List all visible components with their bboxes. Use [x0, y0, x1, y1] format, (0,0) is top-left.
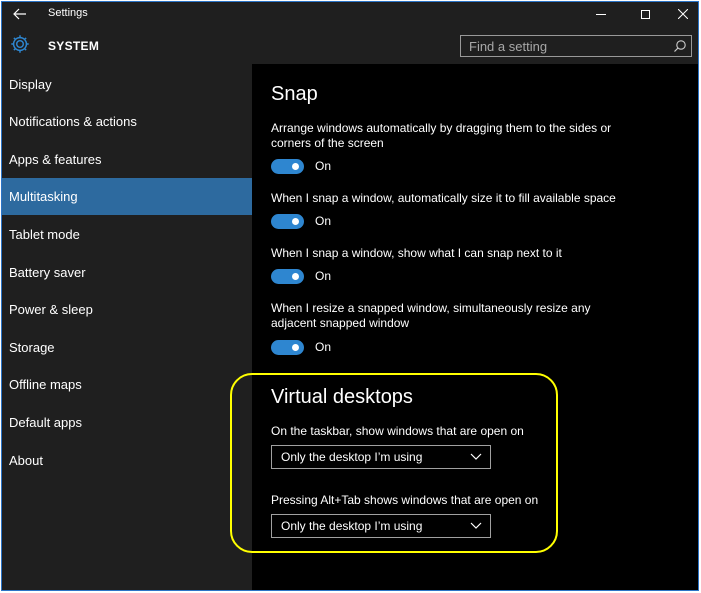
back-button[interactable]	[8, 4, 32, 24]
sidebar-item-notifications[interactable]: Notifications & actions	[2, 103, 252, 140]
snap-setting-3-toggle-row: On	[271, 267, 331, 285]
close-icon	[678, 9, 688, 19]
toggle-state-label: On	[315, 214, 332, 228]
snap-setting-1-label: Arrange windows automatically by draggin…	[271, 121, 612, 150]
snap-setting-3-label: When I snap a window, show what I can sn…	[271, 246, 562, 260]
search-input[interactable]	[461, 36, 661, 56]
snap-assist-toggle[interactable]	[271, 268, 304, 284]
sidebar-item-offline-maps[interactable]: Offline maps	[2, 366, 252, 403]
settings-header: SYSTEM	[2, 26, 698, 64]
chevron-down-icon	[470, 522, 482, 529]
settings-window: Settings SYSTEM Find a setting Display N…	[1, 1, 699, 591]
window-title: Settings	[48, 7, 88, 19]
snap-section-title: Snap	[271, 83, 318, 105]
toggle-state-label: On	[315, 159, 332, 173]
dropdown-selected-value: Only the desktop I’m using	[281, 450, 423, 464]
toggle-knob	[292, 343, 299, 351]
snap-arrange-toggle[interactable]	[271, 158, 304, 174]
toggle-knob	[292, 272, 299, 280]
snap-autosize-toggle[interactable]	[271, 213, 304, 229]
sidebar-item-storage[interactable]: Storage	[2, 329, 252, 366]
chevron-down-icon	[470, 453, 482, 460]
arrow-left-icon	[13, 8, 26, 20]
alttab-setting-label: Pressing Alt+Tab shows windows that are …	[271, 493, 539, 507]
minimize-button[interactable]	[584, 2, 618, 26]
toggle-knob	[292, 162, 299, 170]
sidebar-item-apps-features[interactable]: Apps & features	[2, 141, 252, 178]
toggle-knob	[292, 217, 299, 225]
toggle-state-label: On	[315, 340, 332, 354]
snap-setting-2-label: When I snap a window, automatically size…	[271, 191, 616, 205]
snap-setting-1-toggle-row: On	[271, 157, 331, 175]
sidebar-item-multitasking[interactable]: Multitasking	[2, 178, 252, 215]
snap-setting-4-label: When I resize a snapped window, simultan…	[271, 301, 591, 330]
page-title: SYSTEM	[48, 39, 100, 53]
maximize-button[interactable]	[628, 2, 662, 26]
gear-icon	[11, 35, 29, 53]
toggle-state-label: On	[315, 269, 332, 283]
sidebar-item-battery-saver[interactable]: Battery saver	[2, 254, 252, 291]
snap-setting-4-toggle-row: On	[271, 338, 331, 356]
alttab-desktop-dropdown[interactable]: Only the desktop I’m using	[271, 514, 491, 538]
taskbar-setting-label: On the taskbar, show windows that are op…	[271, 424, 524, 438]
snap-setting-2-toggle-row: On	[271, 212, 331, 230]
taskbar-desktop-dropdown[interactable]: Only the desktop I’m using	[271, 445, 491, 469]
virtual-desktops-section-title: Virtual desktops	[271, 386, 413, 408]
close-button[interactable]	[666, 2, 698, 26]
snap-resize-toggle[interactable]	[271, 339, 304, 355]
title-bar: Settings	[2, 2, 698, 26]
sidebar-item-tablet-mode[interactable]: Tablet mode	[2, 216, 252, 253]
minimize-icon	[596, 13, 606, 15]
search-box[interactable]	[460, 35, 692, 57]
sidebar-item-power-sleep[interactable]: Power & sleep	[2, 291, 252, 328]
search-icon[interactable]	[673, 39, 687, 53]
dropdown-selected-value: Only the desktop I’m using	[281, 519, 423, 533]
maximize-icon	[640, 9, 650, 19]
sidebar-item-default-apps[interactable]: Default apps	[2, 404, 252, 441]
sidebar-item-about[interactable]: About	[2, 442, 252, 479]
content-pane: Snap Arrange windows automatically by dr…	[252, 64, 698, 590]
sidebar-item-display[interactable]: Display	[2, 66, 252, 103]
sidebar: Display Notifications & actions Apps & f…	[2, 64, 252, 590]
